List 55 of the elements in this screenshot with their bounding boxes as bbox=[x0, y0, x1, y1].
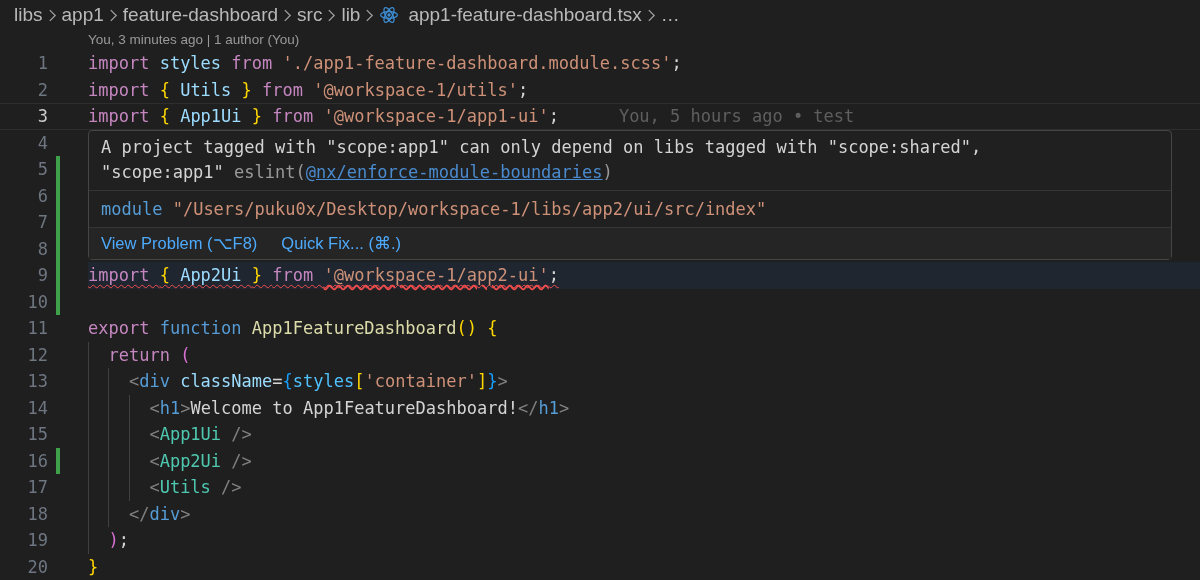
breadcrumb-folder[interactable]: src bbox=[297, 4, 323, 26]
code-line: export function App1FeatureDashboard() { bbox=[88, 317, 498, 340]
code-line: <App1Ui /> bbox=[148, 423, 252, 446]
line-number: 2 bbox=[36, 79, 48, 100]
codelens-blame[interactable]: You, 3 minutes ago | 1 author (You) bbox=[88, 32, 300, 47]
chevron-icon bbox=[108, 7, 118, 23]
code-line: <div className={styles['container']}> bbox=[127, 370, 508, 393]
chevron-icon bbox=[47, 7, 57, 23]
line-number: 20 bbox=[26, 556, 48, 577]
code-line: import { Utils } from '@workspace-1/utils'; bbox=[88, 78, 529, 101]
line-number: 6 bbox=[36, 185, 48, 206]
line-number: 9 bbox=[36, 265, 48, 286]
module-path: module "/Users/puku0x/Desktop/workspace-1/libs/app2/ui/src/index" bbox=[101, 198, 767, 219]
chevron-icon bbox=[327, 7, 337, 23]
line-number: 19 bbox=[26, 530, 48, 551]
code-line: <Utils /> bbox=[148, 476, 242, 499]
breadcrumb-more[interactable]: … bbox=[660, 4, 680, 26]
rule-link[interactable]: @nx/enforce-module-boundaries bbox=[305, 161, 603, 182]
code-line: return ( bbox=[107, 343, 191, 366]
breadcrumb-folder[interactable]: libs bbox=[14, 4, 43, 26]
code-line: } bbox=[88, 555, 99, 578]
line-number: 15 bbox=[26, 424, 48, 445]
atom-icon bbox=[379, 5, 400, 25]
hover-action-link[interactable]: View Problem (⌥F8) bbox=[101, 233, 258, 253]
line-number: 5 bbox=[36, 159, 48, 180]
chevron-icon bbox=[365, 7, 375, 23]
line-number: 11 bbox=[26, 318, 48, 339]
line-number: 16 bbox=[26, 450, 48, 471]
line-number: 7 bbox=[36, 212, 48, 233]
code-line: <h1>Welcome to App1FeatureDashboard!</h1> bbox=[148, 396, 570, 419]
line-number: 10 bbox=[26, 291, 48, 312]
code-line: import styles from './app1-feature-dashboard.module.scss'; bbox=[88, 52, 682, 75]
line-number: 12 bbox=[26, 344, 48, 365]
code-line: </div> bbox=[127, 502, 191, 525]
code-line: import { App1Ui } from '@workspace-1/app1-ui'; bbox=[88, 105, 559, 128]
line-number: 14 bbox=[26, 397, 48, 418]
line-number: 1 bbox=[36, 53, 48, 74]
code-line: import { App2Ui } from '@workspace-1/app2-ui'; bbox=[88, 264, 559, 287]
inline-blame: You, 5 hours ago • test bbox=[618, 106, 855, 127]
code-line: ); bbox=[107, 529, 129, 552]
breadcrumb-folder[interactable]: lib bbox=[341, 4, 361, 26]
line-number: 18 bbox=[26, 503, 48, 524]
breadcrumb-folder[interactable]: app1 bbox=[61, 4, 104, 26]
hover-action-link[interactable]: Quick Fix... (⌘.) bbox=[281, 233, 401, 253]
breadcrumb-file[interactable]: app1-feature-dashboard.tsx bbox=[408, 4, 642, 26]
line-number: 4 bbox=[36, 132, 48, 153]
line-number: 8 bbox=[36, 238, 48, 259]
line-number: 3 bbox=[36, 106, 48, 127]
line-number: 13 bbox=[26, 371, 48, 392]
problem-message: A project tagged with "scope:app1" can only depend on libs tagged with "scope:shared", "scope:app1" eslint(@nx/enforce-module-boundaries) bbox=[101, 135, 983, 184]
breadcrumb-folder[interactable]: feature-dashboard bbox=[122, 4, 279, 26]
chevron-icon bbox=[283, 7, 293, 23]
code-line: <App2Ui /> bbox=[148, 449, 252, 472]
chevron-icon bbox=[646, 7, 656, 23]
line-number: 17 bbox=[26, 477, 48, 498]
